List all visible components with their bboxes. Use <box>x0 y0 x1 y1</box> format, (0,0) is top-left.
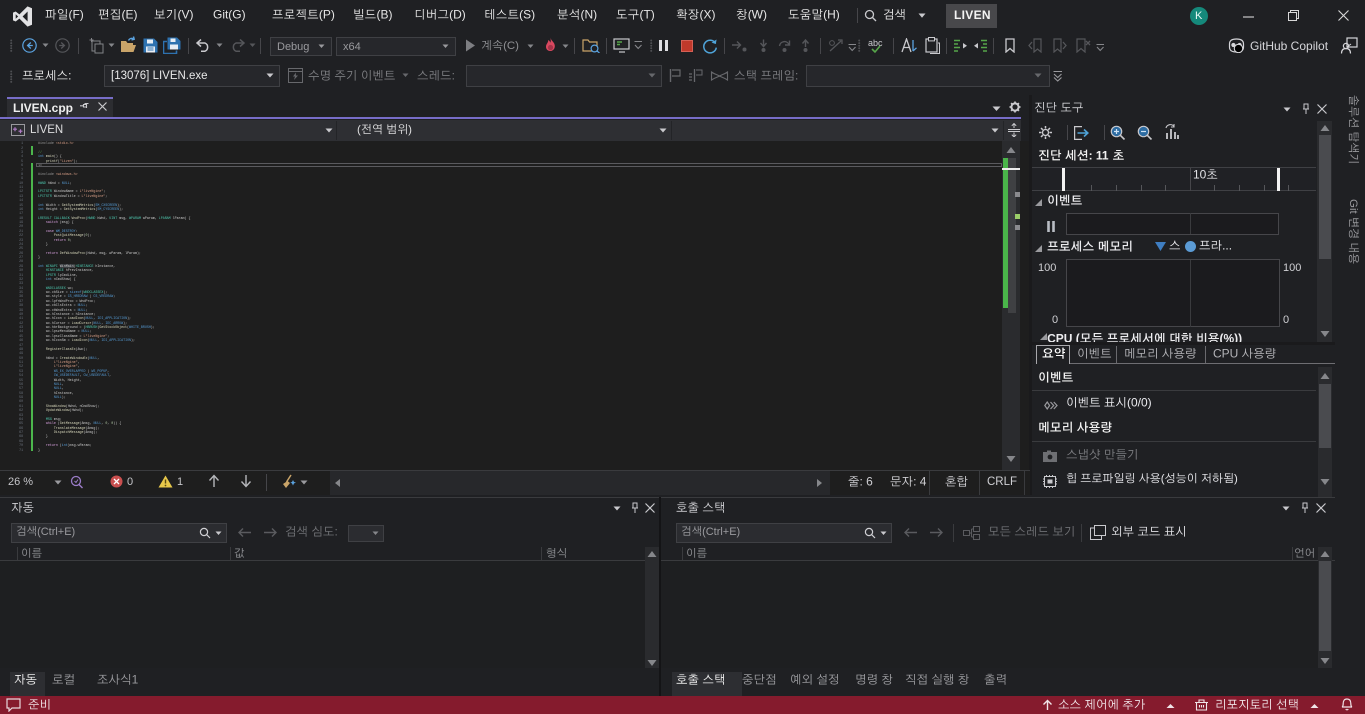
svg-text:: 6: : 6 <box>859 474 873 488</box>
svg-text:(E): (E) <box>121 7 137 21</box>
svg-text:: 4: : 4 <box>913 474 927 488</box>
svg-text:(N): (N) <box>580 7 597 21</box>
svg-text:(0/0): (0/0) <box>1127 396 1152 410</box>
svg-text:...: ... <box>1222 238 1232 252</box>
svg-text:(C): (C) <box>503 40 519 52</box>
svg-text::: : <box>68 68 71 82</box>
svg-text::: : <box>795 68 798 82</box>
svg-text:(: ( <box>1161 473 1165 485</box>
svg-text::: : <box>452 68 455 82</box>
svg-text:): ) <box>408 124 412 136</box>
svg-text:): ) <box>1234 473 1238 485</box>
svg-text:1: 1 <box>132 672 139 686</box>
svg-text:10: 10 <box>1193 167 1207 181</box>
svg-text:CPU (: CPU ( <box>1047 333 1080 342</box>
svg-text:(%)): (%)) <box>1220 333 1243 342</box>
svg-text:(Ctrl+E): (Ctrl+E) <box>702 526 740 538</box>
svg-text:(B): (B) <box>377 7 393 21</box>
svg-text:(T): (T) <box>639 7 654 21</box>
svg-text:(V): (V) <box>177 7 193 21</box>
svg-text:(: ( <box>357 124 361 136</box>
svg-text::: : <box>334 524 337 538</box>
svg-text:(W): (W) <box>747 7 766 21</box>
svg-text:(P): (P) <box>319 7 335 21</box>
svg-text:(H): (H) <box>823 7 840 21</box>
svg-text:Git(G): Git(G) <box>213 7 246 21</box>
svg-text:(D): (D) <box>449 7 466 21</box>
svg-text:CPU: CPU <box>1213 346 1238 360</box>
svg-text:abc: abc <box>868 38 883 48</box>
svg-text:(X): (X) <box>699 7 715 21</box>
svg-text:(F): (F) <box>68 7 83 21</box>
svg-text:(Ctrl+E): (Ctrl+E) <box>37 526 75 538</box>
svg-text:Git: Git <box>1346 199 1358 214</box>
svg-text:: 11: : 11 <box>1089 149 1109 163</box>
svg-text:(S): (S) <box>519 7 535 21</box>
